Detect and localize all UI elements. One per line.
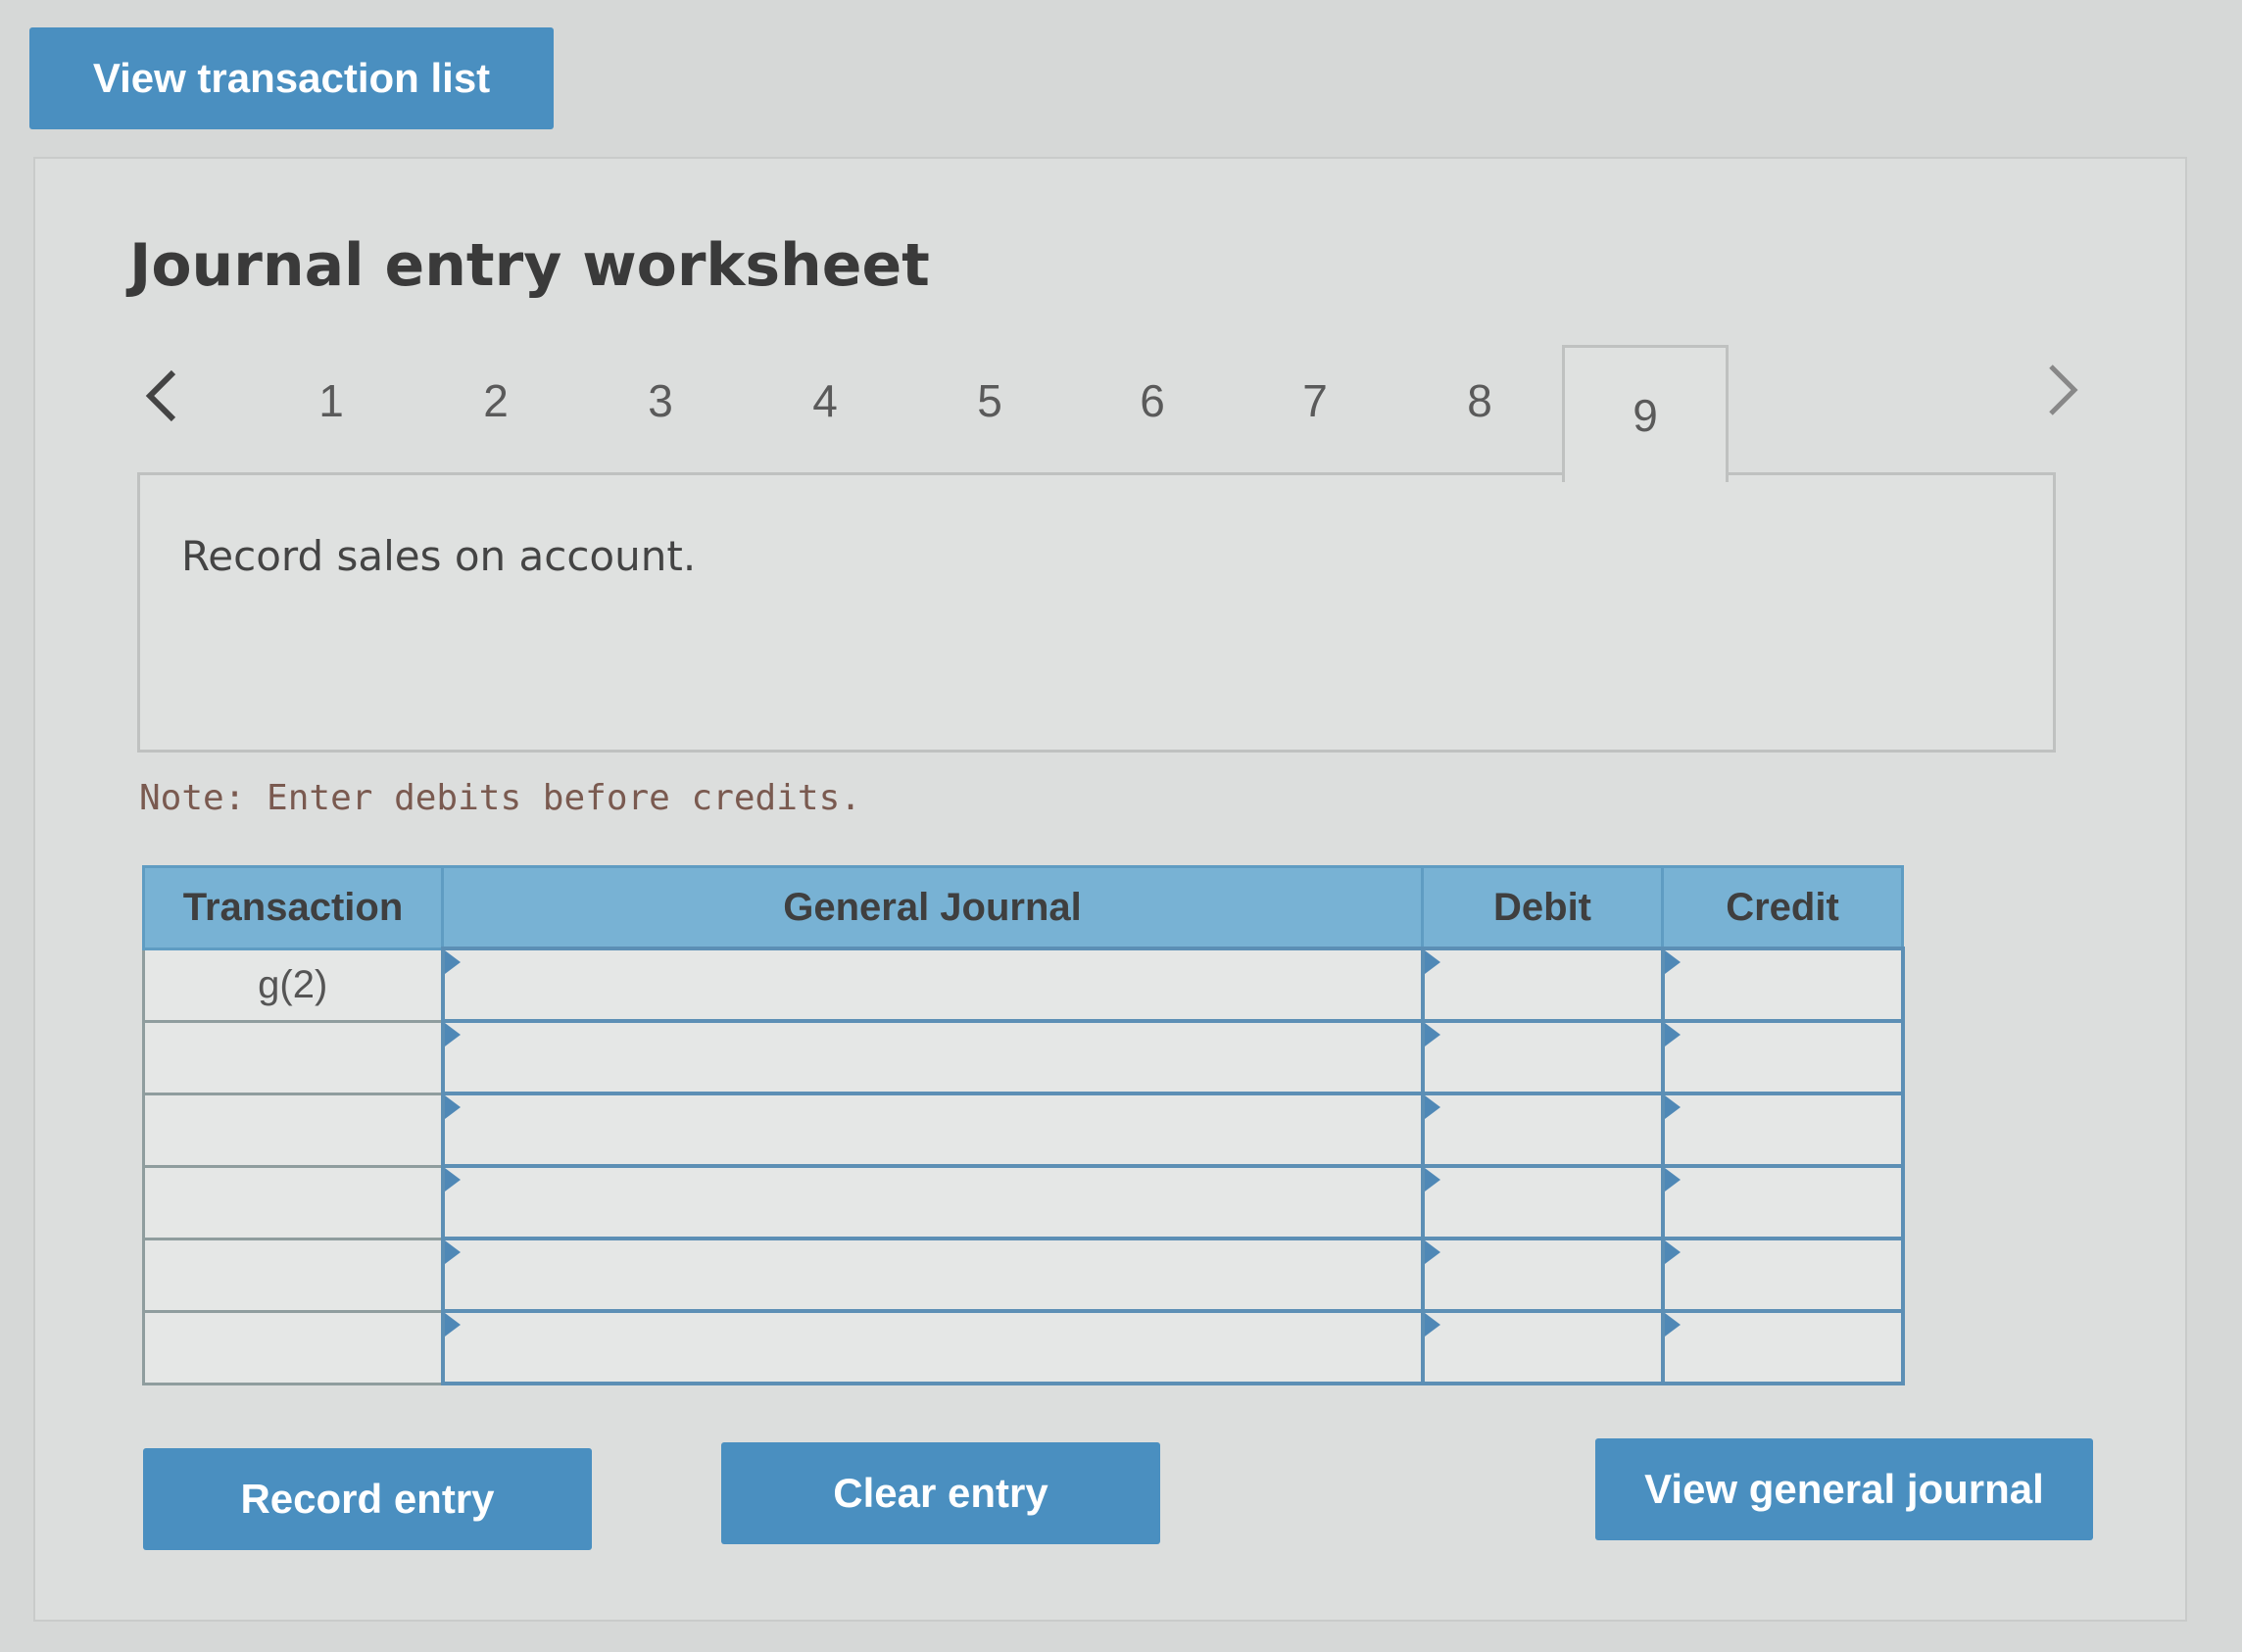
transaction-cell (142, 1237, 444, 1313)
account-input[interactable] (440, 1237, 1425, 1313)
dropdown-marker-icon (1424, 1168, 1440, 1191)
clear-entry-button[interactable]: Clear entry (721, 1442, 1160, 1544)
transaction-cell (142, 1309, 444, 1385)
transaction-cell (142, 1164, 444, 1240)
transaction-cell (142, 1092, 444, 1168)
dropdown-marker-icon (1424, 1240, 1440, 1264)
table-row: g(2) (142, 947, 1905, 1023)
credit-input[interactable] (1660, 947, 1905, 1023)
debit-input[interactable] (1420, 947, 1665, 1023)
tab-7[interactable]: 7 (1237, 358, 1393, 444)
record-entry-button[interactable]: Record entry (143, 1448, 592, 1550)
transaction-description: Record sales on account. (181, 532, 697, 580)
chevron-right-icon[interactable] (2033, 351, 2092, 429)
dropdown-marker-icon (1424, 950, 1440, 974)
account-input[interactable] (440, 1092, 1425, 1168)
page-title: Journal entry worksheet (129, 231, 930, 300)
dropdown-marker-icon (1664, 1095, 1681, 1119)
table-row (142, 1309, 1905, 1385)
account-input[interactable] (440, 1019, 1425, 1095)
header-general-journal: General Journal (441, 865, 1424, 950)
dropdown-marker-icon (1424, 1095, 1440, 1119)
dropdown-marker-icon (444, 1240, 461, 1264)
instruction-note: Note: Enter debits before credits. (139, 778, 861, 818)
dropdown-marker-icon (444, 1095, 461, 1119)
transaction-cell: g(2) (142, 947, 444, 1023)
table-row (142, 1019, 1905, 1095)
dropdown-marker-icon (1664, 1023, 1681, 1046)
debit-input[interactable] (1420, 1309, 1665, 1385)
journal-table: Transaction General Journal Debit Credit… (142, 865, 1905, 1385)
debit-input[interactable] (1420, 1164, 1665, 1240)
tab-2[interactable]: 2 (417, 358, 574, 444)
tab-8[interactable]: 8 (1401, 358, 1558, 444)
tab-3[interactable]: 3 (582, 358, 739, 444)
transaction-description-box: Record sales on account. (137, 472, 2056, 753)
tab-9[interactable]: 9 (1562, 345, 1729, 482)
credit-input[interactable] (1660, 1237, 1905, 1313)
tab-4[interactable]: 4 (747, 358, 903, 444)
debit-input[interactable] (1420, 1237, 1665, 1313)
table-row (142, 1164, 1905, 1240)
dropdown-marker-icon (444, 1023, 461, 1046)
dropdown-marker-icon (1664, 1168, 1681, 1191)
header-debit: Debit (1421, 865, 1664, 950)
credit-input[interactable] (1660, 1164, 1905, 1240)
dropdown-marker-icon (1664, 1313, 1681, 1336)
credit-input[interactable] (1660, 1092, 1905, 1168)
header-credit: Credit (1661, 865, 1904, 950)
account-input[interactable] (440, 1164, 1425, 1240)
credit-input[interactable] (1660, 1309, 1905, 1385)
view-general-journal-button[interactable]: View general journal (1595, 1438, 2093, 1540)
transaction-cell (142, 1019, 444, 1095)
tab-5[interactable]: 5 (911, 358, 1068, 444)
table-row (142, 1237, 1905, 1313)
dropdown-marker-icon (444, 950, 461, 974)
dropdown-marker-icon (1664, 950, 1681, 974)
debit-input[interactable] (1420, 1092, 1665, 1168)
dropdown-marker-icon (1664, 1240, 1681, 1264)
credit-input[interactable] (1660, 1019, 1905, 1095)
debit-input[interactable] (1420, 1019, 1665, 1095)
view-transaction-list-button[interactable]: View transaction list (29, 27, 554, 129)
dropdown-marker-icon (1424, 1313, 1440, 1336)
header-transaction: Transaction (142, 865, 444, 950)
account-input[interactable] (440, 1309, 1425, 1385)
dropdown-marker-icon (444, 1313, 461, 1336)
dropdown-marker-icon (444, 1168, 461, 1191)
tab-1[interactable]: 1 (253, 358, 410, 444)
dropdown-marker-icon (1424, 1023, 1440, 1046)
chevron-left-icon[interactable] (132, 357, 191, 435)
table-row (142, 1092, 1905, 1168)
account-input[interactable] (440, 947, 1425, 1023)
tab-6[interactable]: 6 (1074, 358, 1231, 444)
